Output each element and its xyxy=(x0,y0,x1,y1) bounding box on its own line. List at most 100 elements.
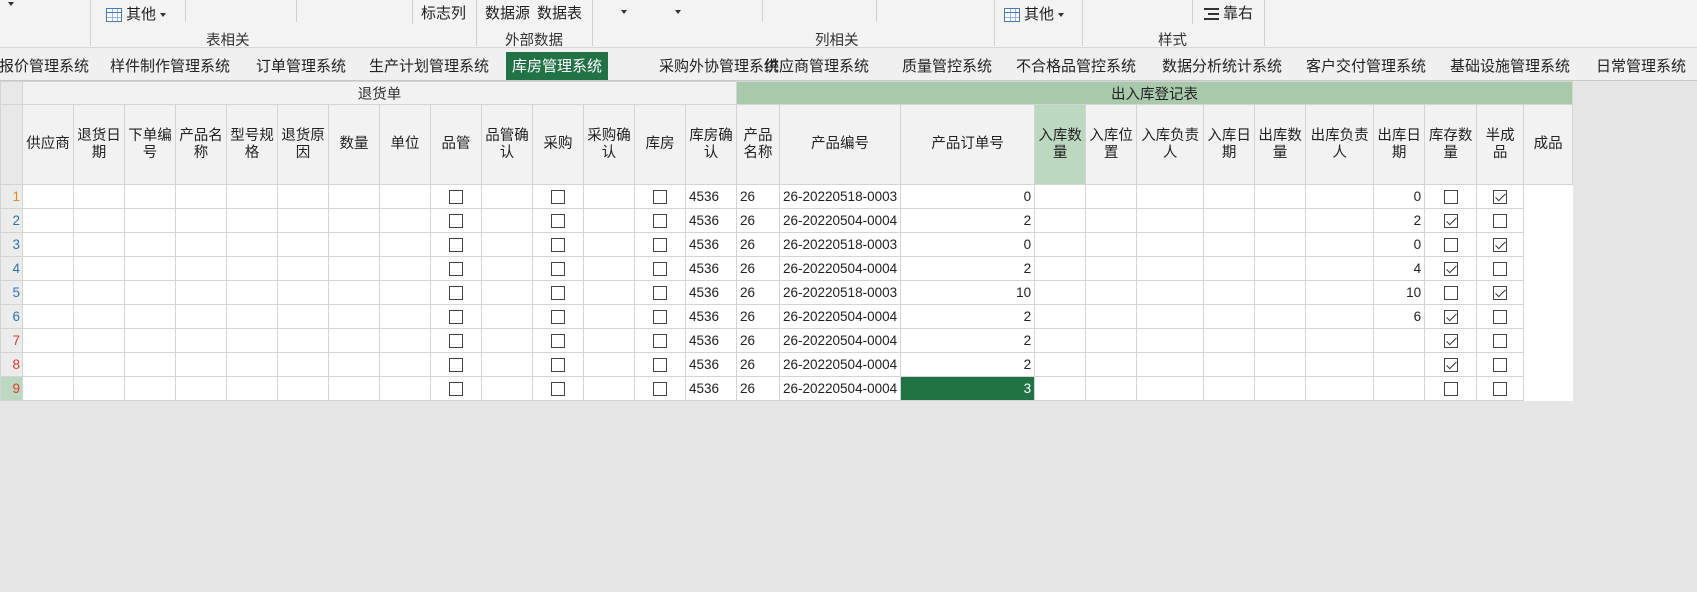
cell[interactable] xyxy=(124,376,176,401)
cell[interactable] xyxy=(1305,184,1375,209)
column-header[interactable]: 入库日期 xyxy=(1203,104,1256,185)
cell[interactable] xyxy=(73,376,125,401)
cell[interactable] xyxy=(328,376,380,401)
cell[interactable] xyxy=(328,328,380,353)
tab-7[interactable]: 质量管控系统 xyxy=(896,53,998,79)
cell[interactable] xyxy=(1254,376,1307,401)
product-number-cell[interactable]: 26 xyxy=(736,352,780,377)
qc-confirm-checkbox[interactable] xyxy=(449,214,463,229)
row-number[interactable]: 1 xyxy=(0,184,23,209)
column-header[interactable]: 下单编号 xyxy=(124,104,176,185)
cell[interactable] xyxy=(1203,280,1256,305)
cell[interactable] xyxy=(1203,208,1256,233)
row-number[interactable]: 3 xyxy=(0,232,23,257)
product-name-cell[interactable]: 4536 xyxy=(685,208,737,233)
product-name-cell[interactable]: 4536 xyxy=(685,256,737,281)
order-number-cell[interactable]: 26-20220504-0004 xyxy=(778,376,902,401)
product-name-cell[interactable]: 4536 xyxy=(685,280,737,305)
qc-confirm-cell[interactable] xyxy=(430,184,482,209)
row-number[interactable]: 5 xyxy=(0,280,23,305)
product-name-cell[interactable]: 4536 xyxy=(685,304,737,329)
cell[interactable] xyxy=(1203,304,1256,329)
cell[interactable] xyxy=(1085,232,1138,257)
purchase-confirm-checkbox[interactable] xyxy=(551,358,565,373)
tab-9[interactable]: 数据分析统计系统 xyxy=(1156,53,1288,79)
cell[interactable] xyxy=(1254,328,1307,353)
cell[interactable] xyxy=(277,352,329,377)
cell[interactable] xyxy=(583,280,635,305)
tab-2[interactable]: 订单管理系统 xyxy=(250,53,352,79)
cell[interactable] xyxy=(1305,376,1375,401)
cell[interactable] xyxy=(583,232,635,257)
data-source-button[interactable]: 数据源 xyxy=(485,2,530,23)
purchase-confirm-checkbox[interactable] xyxy=(551,238,565,253)
finished-cell[interactable] xyxy=(1476,184,1525,209)
purchase-confirm-cell[interactable] xyxy=(532,280,584,305)
row-number[interactable]: 6 xyxy=(0,304,23,329)
in-qty-cell[interactable]: 10 xyxy=(900,280,1036,305)
purchase-confirm-cell[interactable] xyxy=(532,184,584,209)
cell[interactable] xyxy=(124,184,176,209)
in-qty-cell[interactable]: 0 xyxy=(900,232,1036,257)
finished-cell[interactable] xyxy=(1476,352,1525,377)
cell[interactable] xyxy=(73,256,125,281)
cell[interactable] xyxy=(1034,256,1087,281)
cell[interactable] xyxy=(73,280,125,305)
qc-confirm-cell[interactable] xyxy=(430,256,482,281)
cell[interactable] xyxy=(22,280,74,305)
cell[interactable] xyxy=(1254,232,1307,257)
column-header[interactable]: 采购 xyxy=(532,104,584,185)
finished-checkbox[interactable] xyxy=(1493,214,1508,229)
tab-8[interactable]: 不合格品管控系统 xyxy=(1010,53,1142,79)
cell[interactable] xyxy=(175,280,227,305)
cell[interactable] xyxy=(22,232,74,257)
cell[interactable] xyxy=(73,208,125,233)
finished-cell[interactable] xyxy=(1476,208,1525,233)
semi-finished-cell[interactable] xyxy=(1424,376,1478,401)
finished-cell[interactable] xyxy=(1476,328,1525,353)
product-number-cell[interactable]: 26 xyxy=(736,376,780,401)
column-header[interactable]: 入库位置 xyxy=(1085,104,1138,185)
qc-confirm-cell[interactable] xyxy=(430,208,482,233)
cell[interactable] xyxy=(379,232,431,257)
cell[interactable] xyxy=(1085,280,1138,305)
column-header[interactable]: 出库数量 xyxy=(1254,104,1307,185)
row-number[interactable]: 9 xyxy=(0,376,23,401)
column-header[interactable]: 产品订单号 xyxy=(900,104,1036,185)
warehouse-confirm-checkbox[interactable] xyxy=(653,310,667,325)
cell[interactable] xyxy=(277,208,329,233)
cell[interactable] xyxy=(1034,232,1087,257)
purchase-confirm-checkbox[interactable] xyxy=(551,286,565,301)
cell[interactable] xyxy=(481,184,533,209)
semi-finished-cell[interactable] xyxy=(1424,328,1478,353)
cell[interactable] xyxy=(328,256,380,281)
qc-confirm-checkbox[interactable] xyxy=(449,334,463,349)
cell[interactable] xyxy=(1085,256,1138,281)
cell[interactable] xyxy=(22,304,74,329)
order-number-cell[interactable]: 26-20220504-0004 xyxy=(778,304,902,329)
cell[interactable] xyxy=(1136,232,1205,257)
product-name-cell[interactable]: 4536 xyxy=(685,352,737,377)
cell[interactable] xyxy=(1254,304,1307,329)
column-header[interactable]: 单位 xyxy=(379,104,431,185)
cell[interactable] xyxy=(379,208,431,233)
finished-checkbox[interactable] xyxy=(1493,334,1508,349)
warehouse-confirm-checkbox[interactable] xyxy=(653,334,667,349)
cell[interactable] xyxy=(1305,352,1375,377)
cell[interactable] xyxy=(1305,232,1375,257)
tab-10[interactable]: 客户交付管理系统 xyxy=(1300,53,1432,79)
column-header[interactable]: 退货原因 xyxy=(277,104,329,185)
finished-cell[interactable] xyxy=(1476,232,1525,257)
semi-finished-checkbox[interactable] xyxy=(1443,334,1458,349)
cell[interactable] xyxy=(277,184,329,209)
cell[interactable] xyxy=(124,328,176,353)
qc-confirm-checkbox[interactable] xyxy=(449,382,463,397)
cell[interactable] xyxy=(277,328,329,353)
warehouse-confirm-cell[interactable] xyxy=(634,328,686,353)
cell[interactable] xyxy=(1136,256,1205,281)
product-number-cell[interactable]: 26 xyxy=(736,280,780,305)
cell[interactable] xyxy=(481,352,533,377)
cell[interactable] xyxy=(175,184,227,209)
semi-finished-cell[interactable] xyxy=(1424,280,1478,305)
column-header[interactable]: 供应商 xyxy=(22,104,74,185)
